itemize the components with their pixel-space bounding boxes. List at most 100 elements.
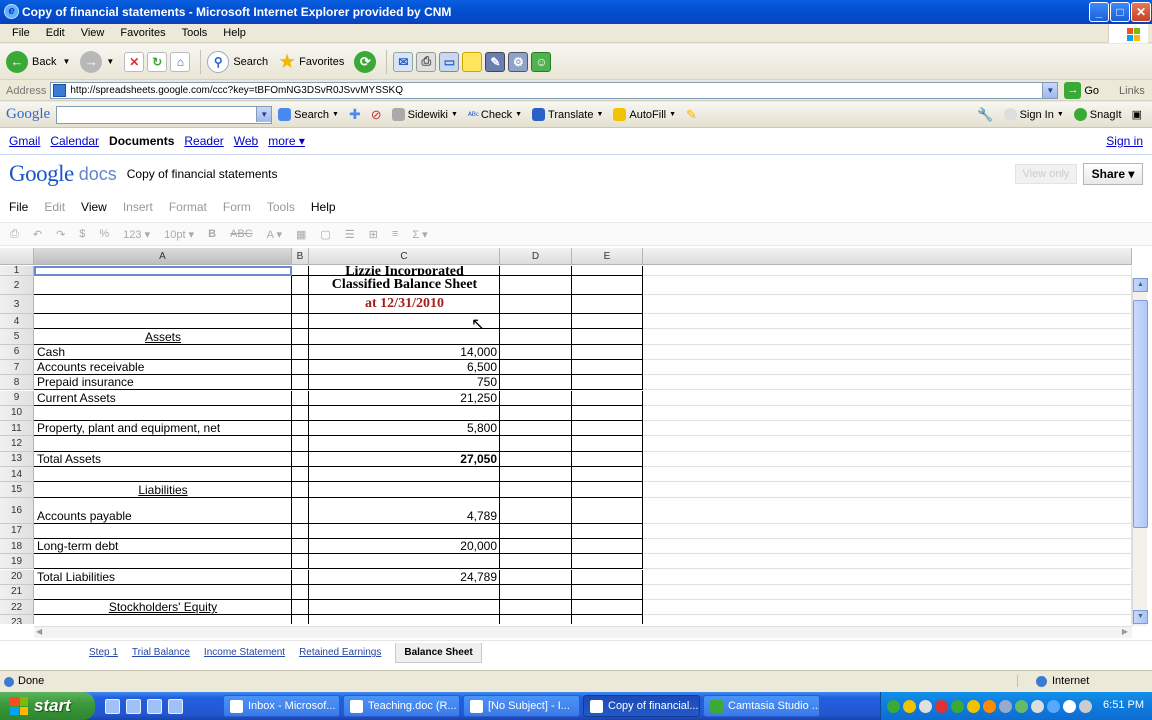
sidewiki-button[interactable]: Sidewiki ▼ <box>391 108 458 121</box>
cell-d14[interactable] <box>500 467 572 483</box>
history-icon[interactable]: ⟳ <box>354 50 377 73</box>
cell-b5[interactable] <box>292 329 309 345</box>
note-icon[interactable] <box>462 51 483 72</box>
search-button[interactable]: ⚲ Search <box>207 50 268 73</box>
menu-edit[interactable]: Edit <box>38 27 73 39</box>
check-button[interactable]: ᴬᴮᶜ Check ▼ <box>468 109 522 121</box>
cell-a23[interactable] <box>34 615 292 624</box>
cell-c18[interactable]: 20,000 <box>309 538 500 555</box>
vertical-scrollbar[interactable]: ▲ ▼ <box>1132 278 1148 626</box>
close-button[interactable]: ✕ <box>1131 2 1151 22</box>
maximize-button[interactable]: □ <box>1110 2 1130 22</box>
cell-e4[interactable] <box>572 314 643 330</box>
tray-icon-1[interactable] <box>887 699 900 713</box>
edit-icon[interactable]: ▭ <box>439 51 460 72</box>
row-header-22[interactable]: 22 <box>0 600 34 616</box>
tab-income-statement[interactable]: Income Statement <box>204 647 285 658</box>
row-header-5[interactable]: 5 <box>0 329 34 345</box>
popup-blocker-icon[interactable]: ⊘ <box>371 107 382 123</box>
cell-e14[interactable] <box>572 467 643 483</box>
cell-c19[interactable] <box>309 554 500 570</box>
translate-button[interactable]: Translate ▼ <box>532 108 603 121</box>
cell-a14[interactable] <box>34 467 292 483</box>
row-header-7[interactable]: 7 <box>0 359 34 376</box>
horizontal-scrollbar[interactable]: ◀ ▶ <box>34 626 1132 638</box>
cell-d3[interactable] <box>500 295 572 314</box>
row-header-9[interactable]: 9 <box>0 390 34 406</box>
menu-tools[interactable]: Tools <box>174 27 216 39</box>
tray-icon-2[interactable] <box>903 699 916 713</box>
cell-a16[interactable]: Accounts payable <box>34 497 292 524</box>
cell-e17[interactable] <box>572 523 643 539</box>
cell-e23[interactable] <box>572 615 643 624</box>
gbar-web[interactable]: Web <box>234 134 258 148</box>
row-header-13[interactable]: 13 <box>0 451 34 467</box>
scroll-down-icon[interactable]: ▼ <box>1133 610 1148 624</box>
gbar-reader[interactable]: Reader <box>184 134 223 148</box>
cell-a3[interactable] <box>34 295 292 314</box>
cell-c8[interactable]: 750 <box>309 375 500 391</box>
cell-d2[interactable] <box>500 276 572 295</box>
row-header-2[interactable]: 2 <box>0 276 34 295</box>
volume-icon[interactable] <box>1079 699 1092 713</box>
cell-d11[interactable] <box>500 421 572 437</box>
tab-step-1[interactable]: Step 1 <box>89 647 118 658</box>
sign-in-link[interactable]: Sign in <box>1106 134 1143 148</box>
cell-a21[interactable] <box>34 584 292 601</box>
cell-d21[interactable] <box>500 584 572 601</box>
cell-d8[interactable] <box>500 375 572 391</box>
scroll-right-icon[interactable]: ▶ <box>1122 627 1128 636</box>
cell-d18[interactable] <box>500 538 572 555</box>
outlook-quicklaunch-icon[interactable] <box>147 698 162 714</box>
cell-d10[interactable] <box>500 405 572 422</box>
menu-help[interactable]: Help <box>215 27 254 39</box>
cell-a5[interactable]: Assets <box>34 329 292 345</box>
cell-b10[interactable] <box>292 405 309 422</box>
cell-c9[interactable]: 21,250 <box>309 390 500 406</box>
sheet-menu-view[interactable]: View <box>81 200 107 214</box>
column-header-e[interactable]: E <box>572 248 643 265</box>
row-header-14[interactable]: 14 <box>0 467 34 483</box>
tray-icon-5[interactable] <box>951 699 964 713</box>
cell-c13[interactable]: 27,050 <box>309 451 500 467</box>
cell-c6[interactable]: 14,000 <box>309 344 500 360</box>
sheet-menu-help[interactable]: Help <box>311 200 336 214</box>
cell-d15[interactable] <box>500 482 572 498</box>
cell-d12[interactable] <box>500 436 572 452</box>
cell-c21[interactable] <box>309 584 500 601</box>
tray-icon-4[interactable] <box>935 699 948 713</box>
cell-a10[interactable] <box>34 405 292 422</box>
tray-icon-7[interactable] <box>983 699 996 713</box>
cell-d4[interactable] <box>500 314 572 330</box>
cell-d16[interactable] <box>500 497 572 524</box>
cell-a2[interactable] <box>34 276 292 295</box>
cell-c17[interactable] <box>309 523 500 539</box>
scroll-left-icon[interactable]: ◀ <box>36 627 42 636</box>
row-header-8[interactable]: 8 <box>0 375 34 391</box>
cell-b13[interactable] <box>292 451 309 467</box>
cell-a6[interactable]: Cash <box>34 344 292 360</box>
share-button[interactable]: Share ▾ <box>1083 163 1143 185</box>
google-sign-in-button[interactable]: Sign In ▼ <box>1003 108 1064 121</box>
cell-b19[interactable] <box>292 554 309 570</box>
cell-e1[interactable] <box>572 266 643 276</box>
cell-a8[interactable]: Prepaid insurance <box>34 375 292 391</box>
plus-icon[interactable]: ✚ <box>349 106 361 123</box>
snagit-button[interactable]: SnagIt <box>1073 108 1122 121</box>
row-header-16[interactable]: 16 <box>0 497 34 524</box>
task-inbox[interactable]: Inbox - Microsof... <box>223 695 340 717</box>
go-button[interactable]: → Go <box>1064 82 1099 99</box>
cell-d7[interactable] <box>500 359 572 376</box>
cell-b18[interactable] <box>292 538 309 555</box>
window-titlebar[interactable]: e Copy of financial statements - Microso… <box>0 0 1152 24</box>
cell-c7[interactable]: 6,500 <box>309 359 500 376</box>
cell-a11[interactable]: Property, plant and equipment, net <box>34 421 292 437</box>
tab-retained-earnings[interactable]: Retained Earnings <box>299 647 381 658</box>
cell-b20[interactable] <box>292 569 309 585</box>
cell-b17[interactable] <box>292 523 309 539</box>
column-header-d[interactable]: D <box>500 248 572 265</box>
cell-d22[interactable] <box>500 600 572 616</box>
cell-d13[interactable] <box>500 451 572 467</box>
forward-button[interactable]: → ▼ <box>80 50 114 73</box>
cell-b12[interactable] <box>292 436 309 452</box>
